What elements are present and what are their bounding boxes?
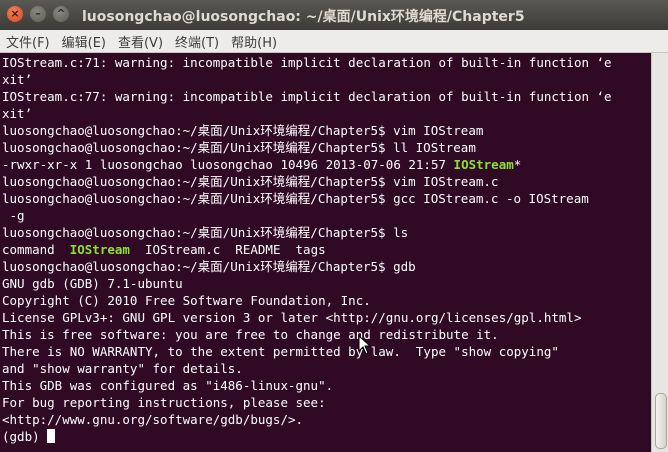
terminal-line: luosongchao@luosongchao:~/桌面/Unix环境编程/Ch… [2, 259, 416, 274]
terminal-line: This is free software: you are free to c… [2, 327, 499, 342]
terminal-line: luosongchao@luosongchao:~/桌面/Unix环境编程/Ch… [2, 225, 409, 240]
executable-filename: IOStream [69, 242, 130, 257]
terminal-line: This GDB was configured as "i486-linux-g… [2, 378, 334, 393]
terminal-window: × – ^ luosongchao@luosongchao: ~/桌面/Unix… [0, 0, 668, 452]
terminal-line: IOStream.c:77: warning: incompatible imp… [2, 89, 612, 104]
terminal-line: License GPLv3+: GNU GPL version 3 or lat… [2, 310, 582, 325]
menu-view[interactable]: 查看(V) [112, 32, 169, 51]
terminal-line: luosongchao@luosongchao:~/桌面/Unix环境编程/Ch… [2, 174, 499, 189]
menu-edit[interactable]: 编辑(E) [56, 32, 112, 51]
terminal-line: GNU gdb (GDB) 7.1-ubuntu [2, 276, 183, 291]
terminal-line: xit’ [2, 72, 33, 87]
terminal-line: and "show warranty" for details. [2, 361, 243, 376]
terminal-line: There is NO WARRANTY, to the extent perm… [2, 344, 559, 359]
terminal-line: luosongchao@luosongchao:~/桌面/Unix环境编程/Ch… [2, 140, 476, 155]
gdb-prompt-line[interactable]: (gdb) [2, 428, 56, 445]
close-window-button[interactable]: × [7, 6, 23, 22]
terminal-line: luosongchao@luosongchao:~/桌面/Unix环境编程/Ch… [2, 191, 589, 206]
terminal-line: luosongchao@luosongchao:~/桌面/Unix环境编程/Ch… [2, 123, 484, 138]
mouse-pointer-icon [358, 335, 372, 355]
minimize-window-button[interactable]: – [30, 6, 46, 22]
executable-filename: IOStream [453, 157, 514, 172]
title-bar[interactable]: × – ^ luosongchao@luosongchao: ~/桌面/Unix… [0, 0, 668, 30]
terminal-output[interactable]: IOStream.c:71: warning: incompatible imp… [0, 53, 651, 452]
terminal-line: -g [2, 208, 25, 223]
terminal-line: Copyright (C) 2010 Free Software Foundat… [2, 293, 371, 308]
menu-file[interactable]: 文件(F) [0, 32, 56, 51]
window-title: luosongchao@luosongchao: ~/桌面/Unix环境编程/C… [82, 9, 525, 25]
terminal-line: <http://www.gnu.org/software/gdb/bugs/>. [2, 412, 304, 427]
terminal-line: For bug reporting instructions, please s… [2, 395, 326, 410]
maximize-window-button[interactable]: ^ [53, 6, 69, 22]
terminal-line: command IOStream IOStream.c README tags [2, 242, 326, 257]
menu-bar: 文件(F) 编辑(E) 查看(V) 终端(T) 帮助(H) [0, 30, 668, 53]
menu-help[interactable]: 帮助(H) [225, 32, 283, 51]
terminal-line: -rwxr-xr-x 1 luosongchao luosongchao 104… [2, 157, 522, 172]
scrollbar-thumb[interactable] [655, 393, 667, 449]
vertical-scrollbar[interactable] [651, 53, 668, 452]
menu-terminal[interactable]: 终端(T) [169, 32, 225, 51]
terminal-line: IOStream.c:71: warning: incompatible imp… [2, 55, 612, 70]
gdb-prompt: (gdb) [2, 429, 48, 444]
terminal-line: xit’ [2, 106, 33, 121]
text-cursor [47, 429, 56, 443]
